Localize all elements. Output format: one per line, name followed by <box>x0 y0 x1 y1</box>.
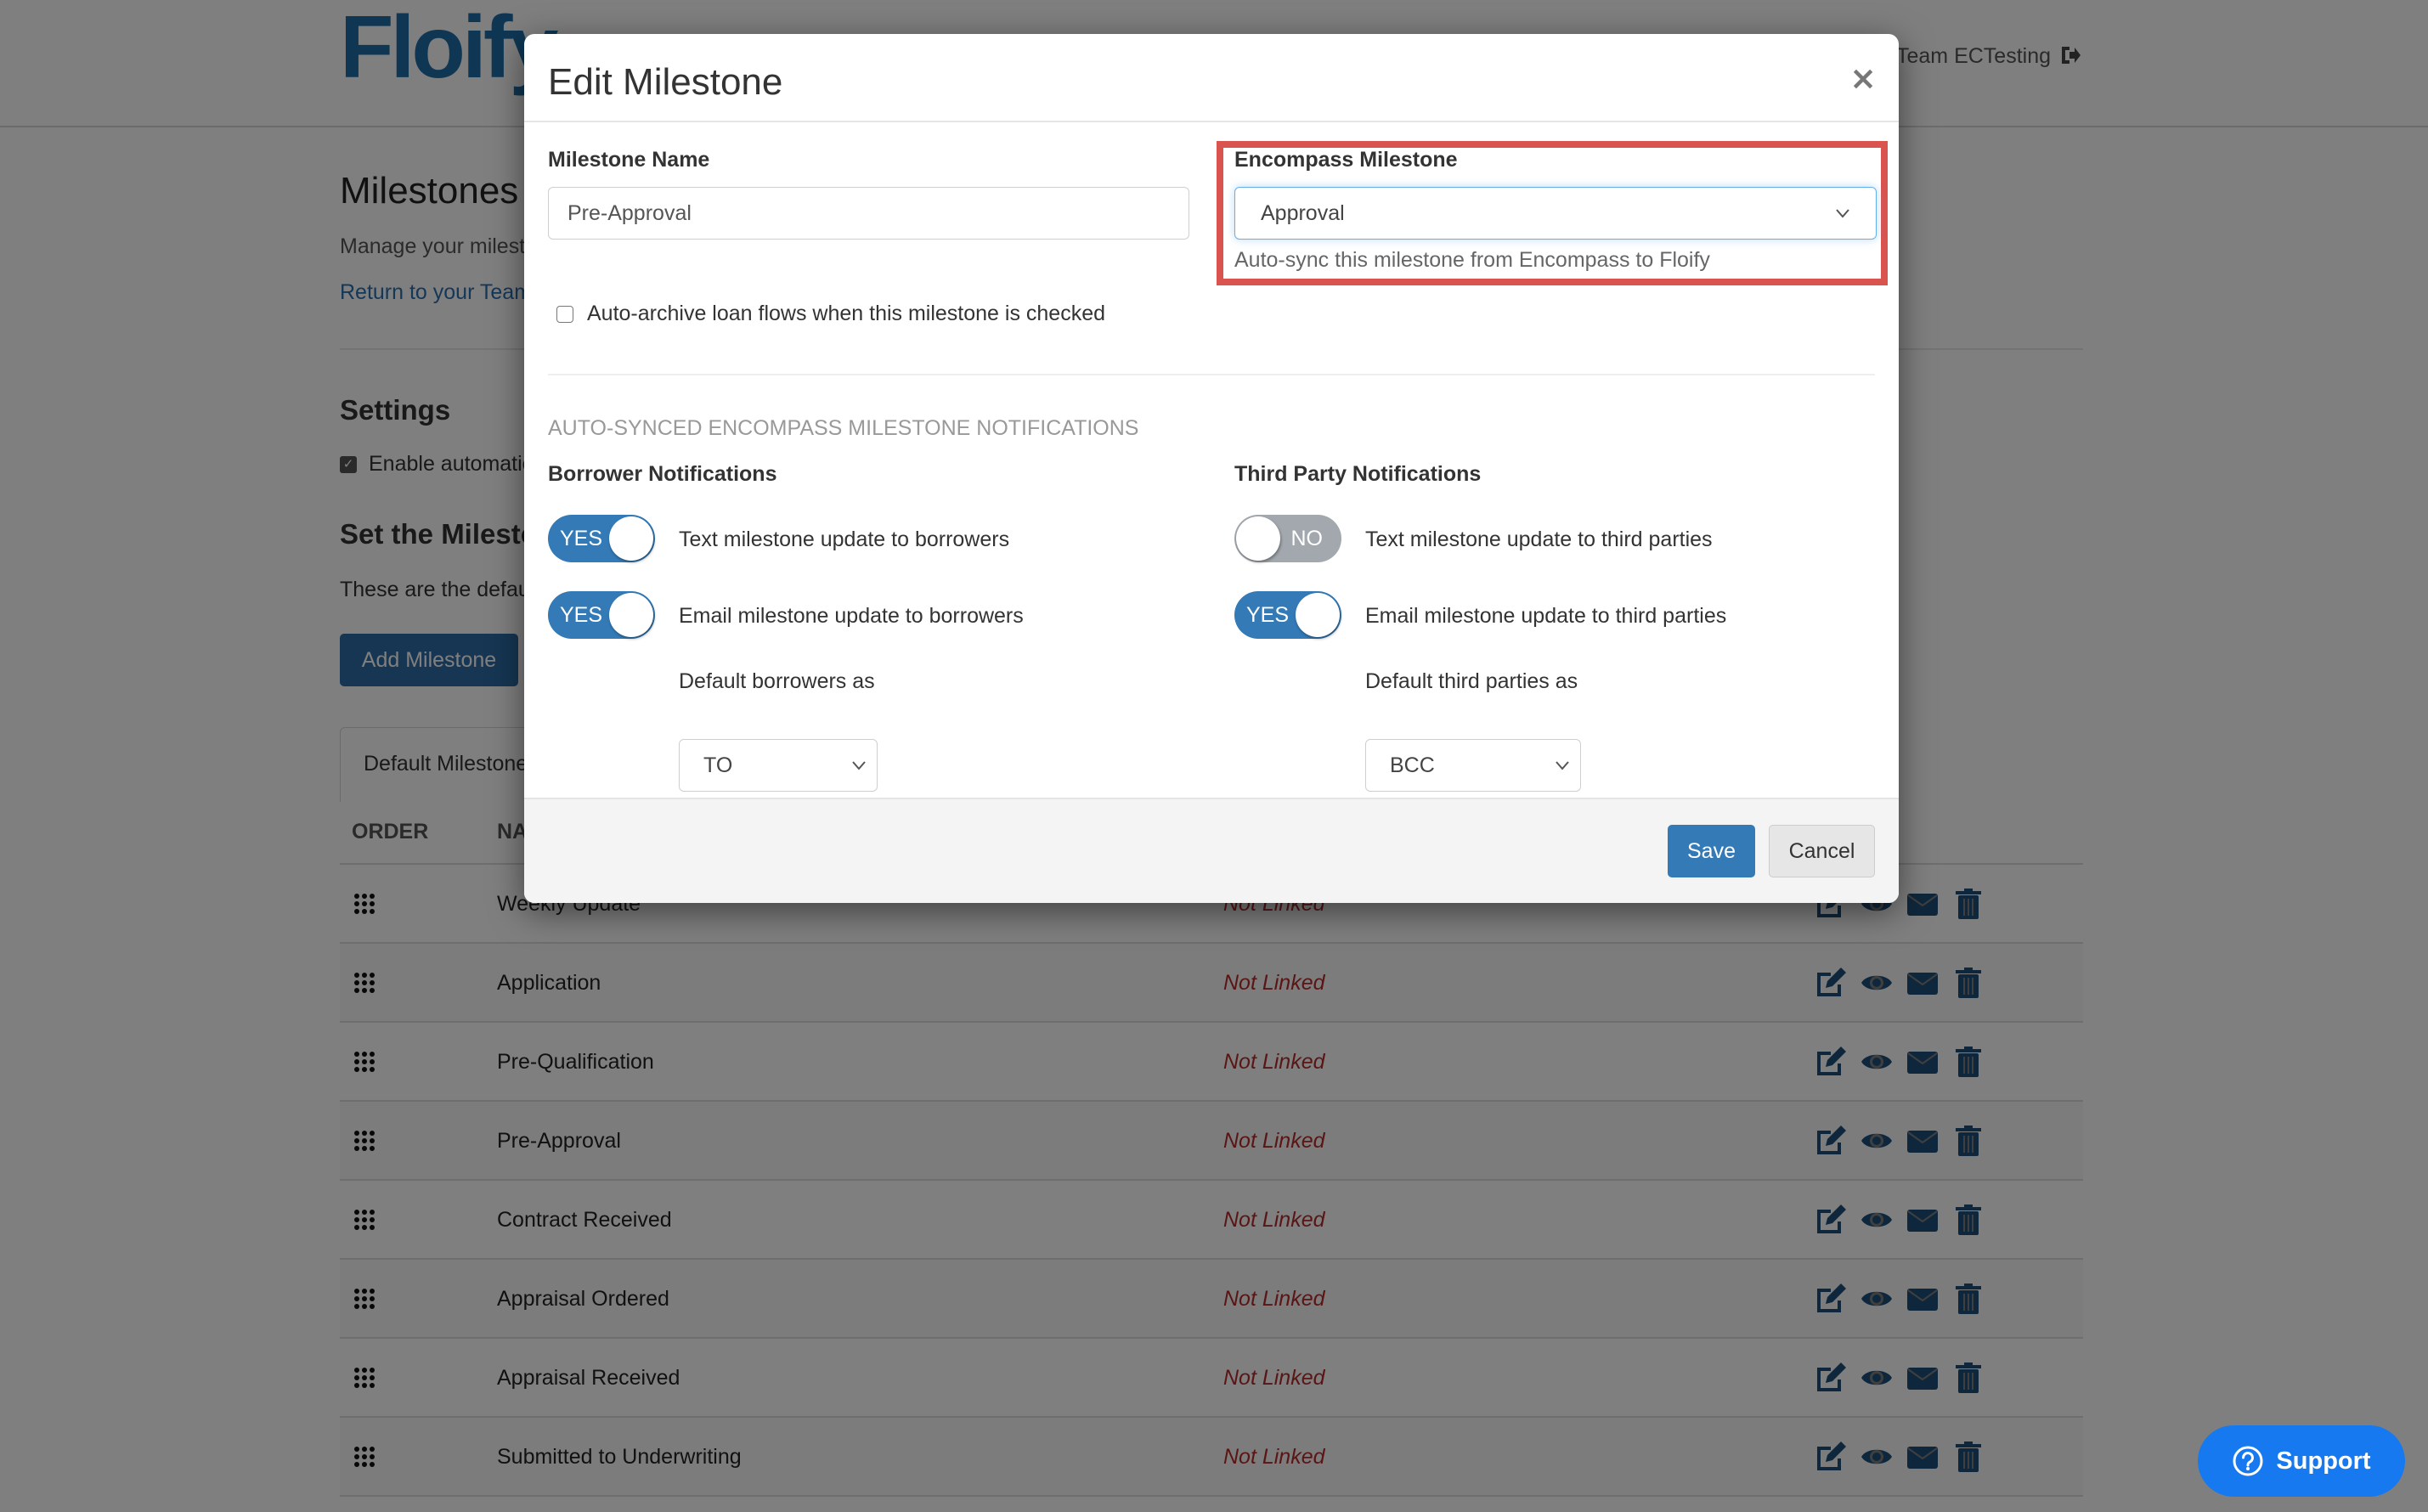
default-third-parties-value: BCC <box>1390 753 1435 777</box>
notifications-section-heading: AUTO-SYNCED ENCOMPASS MILESTONE NOTIFICA… <box>548 416 1139 440</box>
modal-body: Milestone Name Encompass Milestone Appro… <box>524 122 1899 832</box>
chevron-down-icon <box>1556 761 1569 770</box>
question-circle-icon <box>2233 1446 2263 1476</box>
third-party-notifications-heading: Third Party Notifications <box>1234 462 1482 486</box>
divider <box>548 374 1875 375</box>
default-borrowers-value: TO <box>703 753 733 777</box>
chevron-down-icon <box>1836 209 1849 218</box>
toggle-state: NO <box>1290 526 1324 550</box>
encompass-milestone-label: Encompass Milestone <box>1234 148 1458 172</box>
close-icon[interactable]: × <box>1848 62 1878 94</box>
borrower-text-label: Text milestone update to borrowers <box>679 528 1010 551</box>
modal-header: Edit Milestone × <box>524 34 1899 122</box>
third-party-text-toggle[interactable]: NO <box>1234 515 1341 562</box>
milestone-name-label: Milestone Name <box>548 148 710 172</box>
save-button[interactable]: Save <box>1668 825 1755 877</box>
third-party-email-label: Email milestone update to third parties <box>1365 604 1727 628</box>
auto-archive-label: Auto-archive loan flows when this milest… <box>587 302 1106 325</box>
toggle-knob <box>1296 593 1340 637</box>
third-party-text-label: Text milestone update to third parties <box>1365 528 1713 551</box>
toggle-knob <box>609 516 653 561</box>
borrower-email-label: Email milestone update to borrowers <box>679 604 1024 628</box>
third-party-email-toggle[interactable]: YES <box>1234 591 1341 639</box>
cancel-button[interactable]: Cancel <box>1769 825 1875 877</box>
chevron-down-icon <box>852 761 866 770</box>
default-borrowers-label: Default borrowers as <box>679 669 875 693</box>
borrower-notifications-heading: Borrower Notifications <box>548 462 777 486</box>
default-borrowers-select[interactable]: TO <box>679 739 878 792</box>
toggle-knob <box>609 593 653 637</box>
encompass-milestone-select[interactable]: Approval <box>1234 187 1877 240</box>
toggle-state: YES <box>1246 602 1290 627</box>
encompass-selected-value: Approval <box>1261 200 1345 225</box>
encompass-help-text: Auto-sync this milestone from Encompass … <box>1234 248 1710 272</box>
modal-title: Edit Milestone <box>548 61 783 103</box>
default-third-parties-select[interactable]: BCC <box>1365 739 1581 792</box>
support-label: Support <box>2276 1447 2371 1475</box>
auto-archive-checkbox[interactable] <box>556 305 573 323</box>
borrower-text-toggle[interactable]: YES <box>548 515 655 562</box>
default-third-parties-label: Default third parties as <box>1365 669 1578 693</box>
milestone-name-input[interactable] <box>548 187 1189 240</box>
toggle-state: YES <box>560 526 603 550</box>
support-button[interactable]: Support <box>2198 1425 2405 1497</box>
edit-milestone-modal: Edit Milestone × Milestone Name Encompas… <box>524 34 1899 903</box>
toggle-knob <box>1236 516 1280 561</box>
borrower-email-toggle[interactable]: YES <box>548 591 655 639</box>
modal-footer: Save Cancel <box>524 798 1899 903</box>
toggle-state: YES <box>560 602 603 627</box>
auto-archive-option[interactable]: Auto-archive loan flows when this milest… <box>556 302 1105 326</box>
